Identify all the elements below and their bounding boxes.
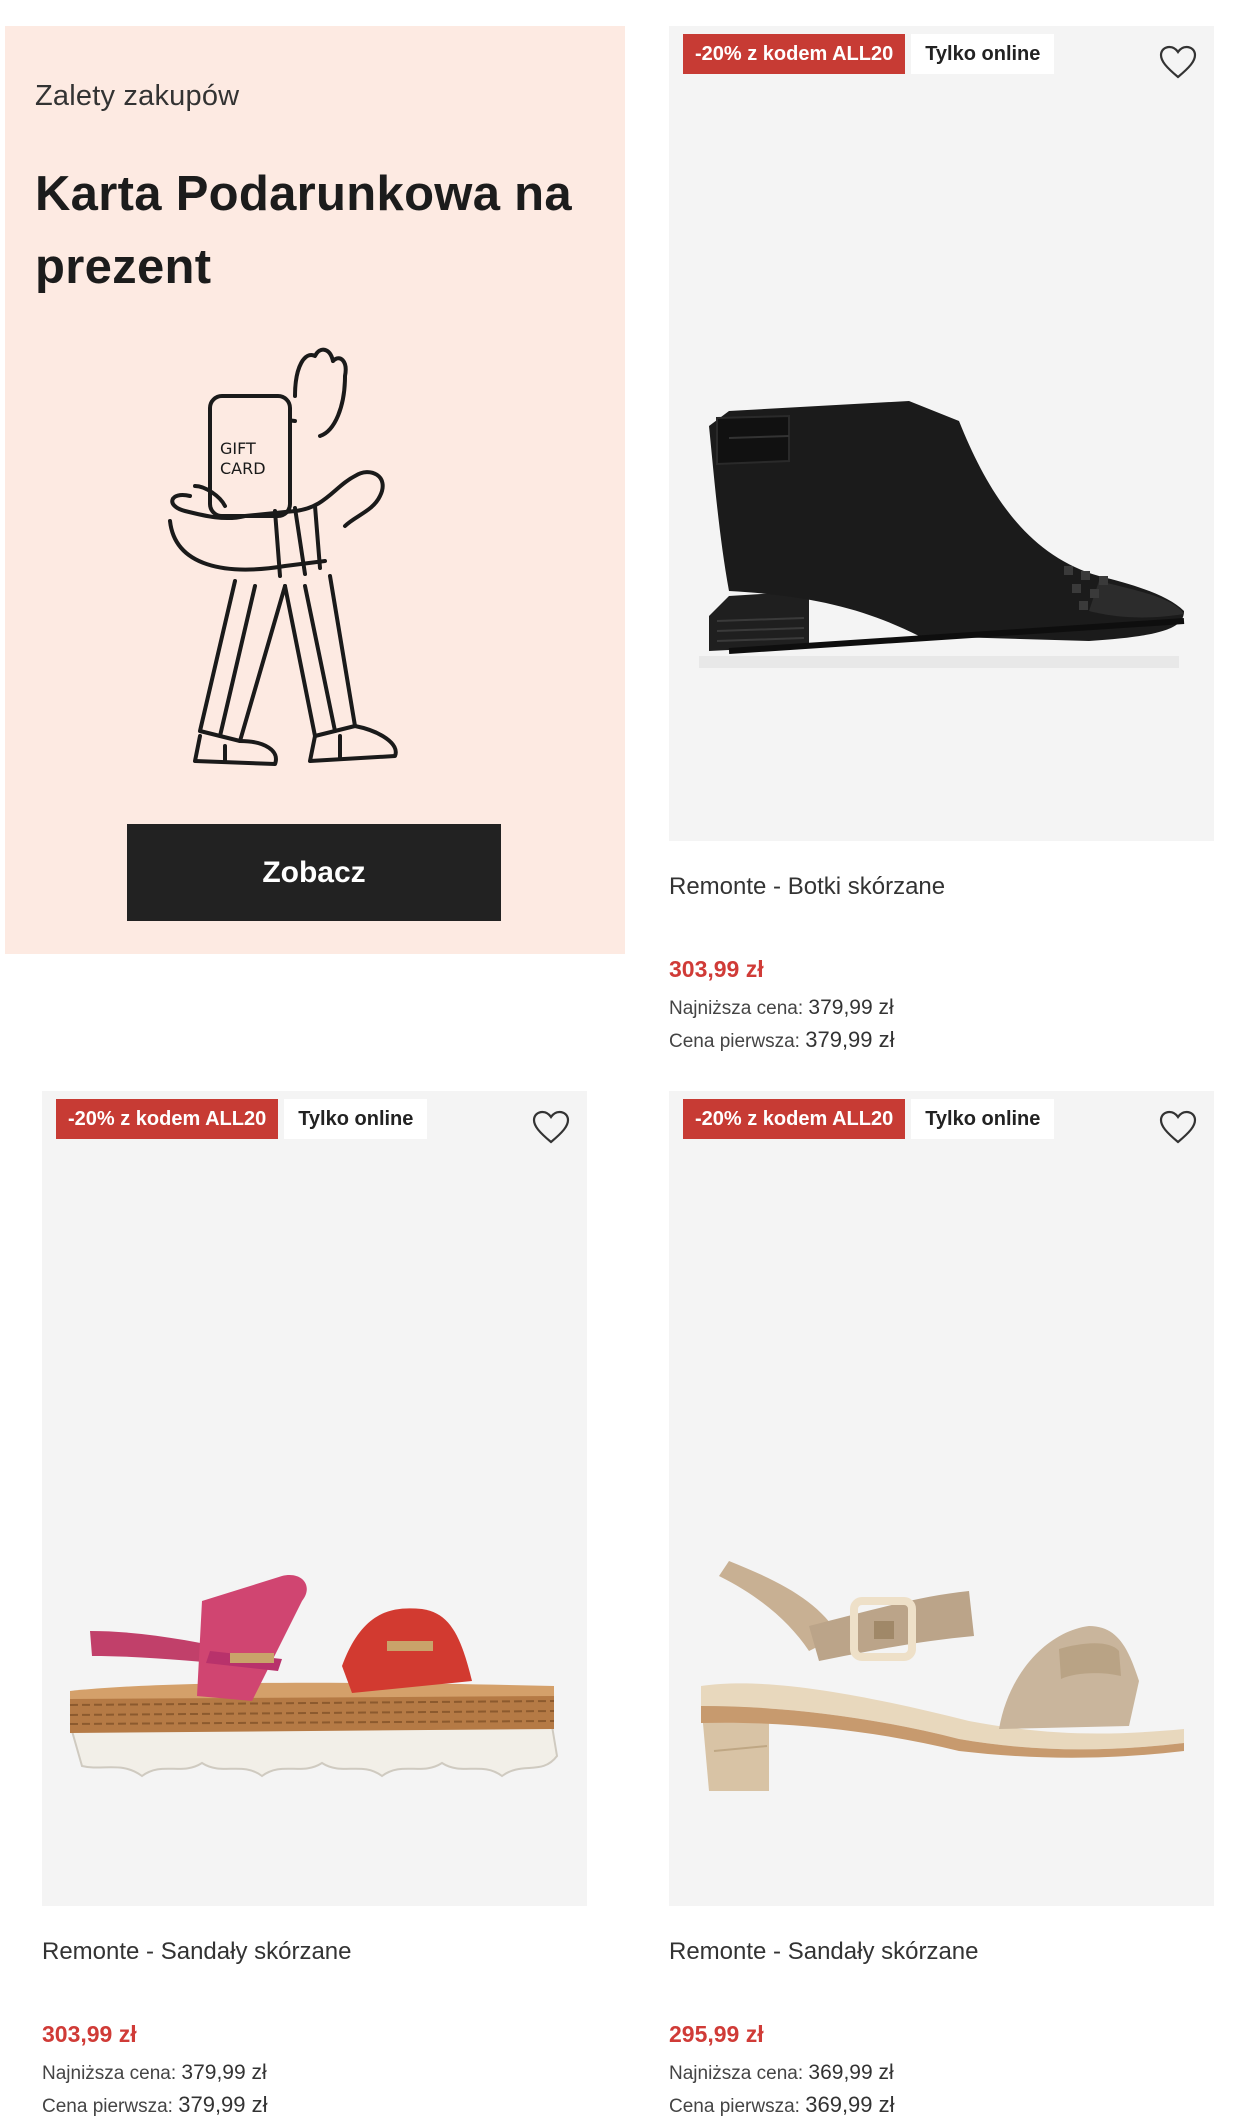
product-name[interactable]: Remonte - Sandały skórzane [42,1938,352,1966]
gift-card-text-1: GIFT [220,439,256,458]
lowest-price-row: Najniższa cena: 379,99 zł [42,2061,267,2085]
online-only-badge: Tylko online [284,1099,428,1139]
black-bootie-image [699,401,1185,668]
lowest-price-label: Najniższa cena: [669,2063,804,2084]
gift-card-illustration: GIFT CARD [168,347,398,766]
first-price-value: 369,99 zł [805,2092,895,2117]
lowest-price-value: 369,99 zł [808,2061,894,2084]
gold-sandal-image [701,1561,1184,1791]
wishlist-heart-icon[interactable] [1158,44,1198,80]
lowest-price-value: 379,99 zł [808,996,894,1019]
promo-eyebrow: Zalety zakupów [35,80,240,112]
pink-red-sandal-image [69,1575,559,1778]
product-name[interactable]: Remonte - Botki skórzane [669,873,945,901]
lowest-price-label: Najniższa cena: [669,998,804,1019]
first-price-value: 379,99 zł [178,2092,268,2117]
online-only-badge: Tylko online [911,34,1055,74]
product-price: 295,99 zł [669,2021,764,2047]
first-price-row: Cena pierwsza: 379,99 zł [42,2092,268,2118]
lowest-price-label: Najniższa cena: [42,2063,177,2084]
product-name[interactable]: Remonte - Sandały skórzane [669,1938,979,1966]
first-price-label: Cena pierwsza: [669,1031,800,1052]
badge-group: -20% z kodem ALL20 Tylko online [56,1099,428,1139]
product-price: 303,99 zł [42,2021,137,2047]
first-price-row: Cena pierwsza: 369,99 zł [669,2092,895,2118]
first-price-label: Cena pierwsza: [42,2096,173,2117]
promo-title: Karta Podarunkowa na prezent [35,167,572,294]
online-only-badge: Tylko online [911,1099,1055,1139]
discount-badge: -20% z kodem ALL20 [56,1099,279,1139]
product-price: 303,99 zł [669,956,764,982]
badge-group: -20% z kodem ALL20 Tylko online [683,1099,1055,1139]
wishlist-heart-icon[interactable] [1158,1109,1198,1145]
lowest-price-row: Najniższa cena: 369,99 zł [669,2061,894,2085]
product-image[interactable]: -20% z kodem ALL20 Tylko online [42,1091,587,1906]
wishlist-heart-icon[interactable] [531,1109,571,1145]
first-price-label: Cena pierwsza: [669,2096,800,2117]
discount-badge: -20% z kodem ALL20 [683,1099,906,1139]
see-gift-card-button[interactable]: Zobacz [127,824,501,921]
product-image[interactable]: -20% z kodem ALL20 Tylko online [669,26,1214,841]
discount-badge: -20% z kodem ALL20 [683,34,906,74]
lowest-price-value: 379,99 zł [181,2061,267,2084]
badge-group: -20% z kodem ALL20 Tylko online [683,34,1055,74]
gift-card-text-2: CARD [220,459,266,478]
first-price-value: 379,99 zł [805,1027,895,1052]
product-image[interactable]: -20% z kodem ALL20 Tylko online [669,1091,1214,1906]
lowest-price-row: Najniższa cena: 379,99 zł [669,996,894,1020]
gift-card-promo: Zalety zakupów Karta Podarunkowa na prez… [5,26,625,954]
first-price-row: Cena pierwsza: 379,99 zł [669,1027,895,1053]
